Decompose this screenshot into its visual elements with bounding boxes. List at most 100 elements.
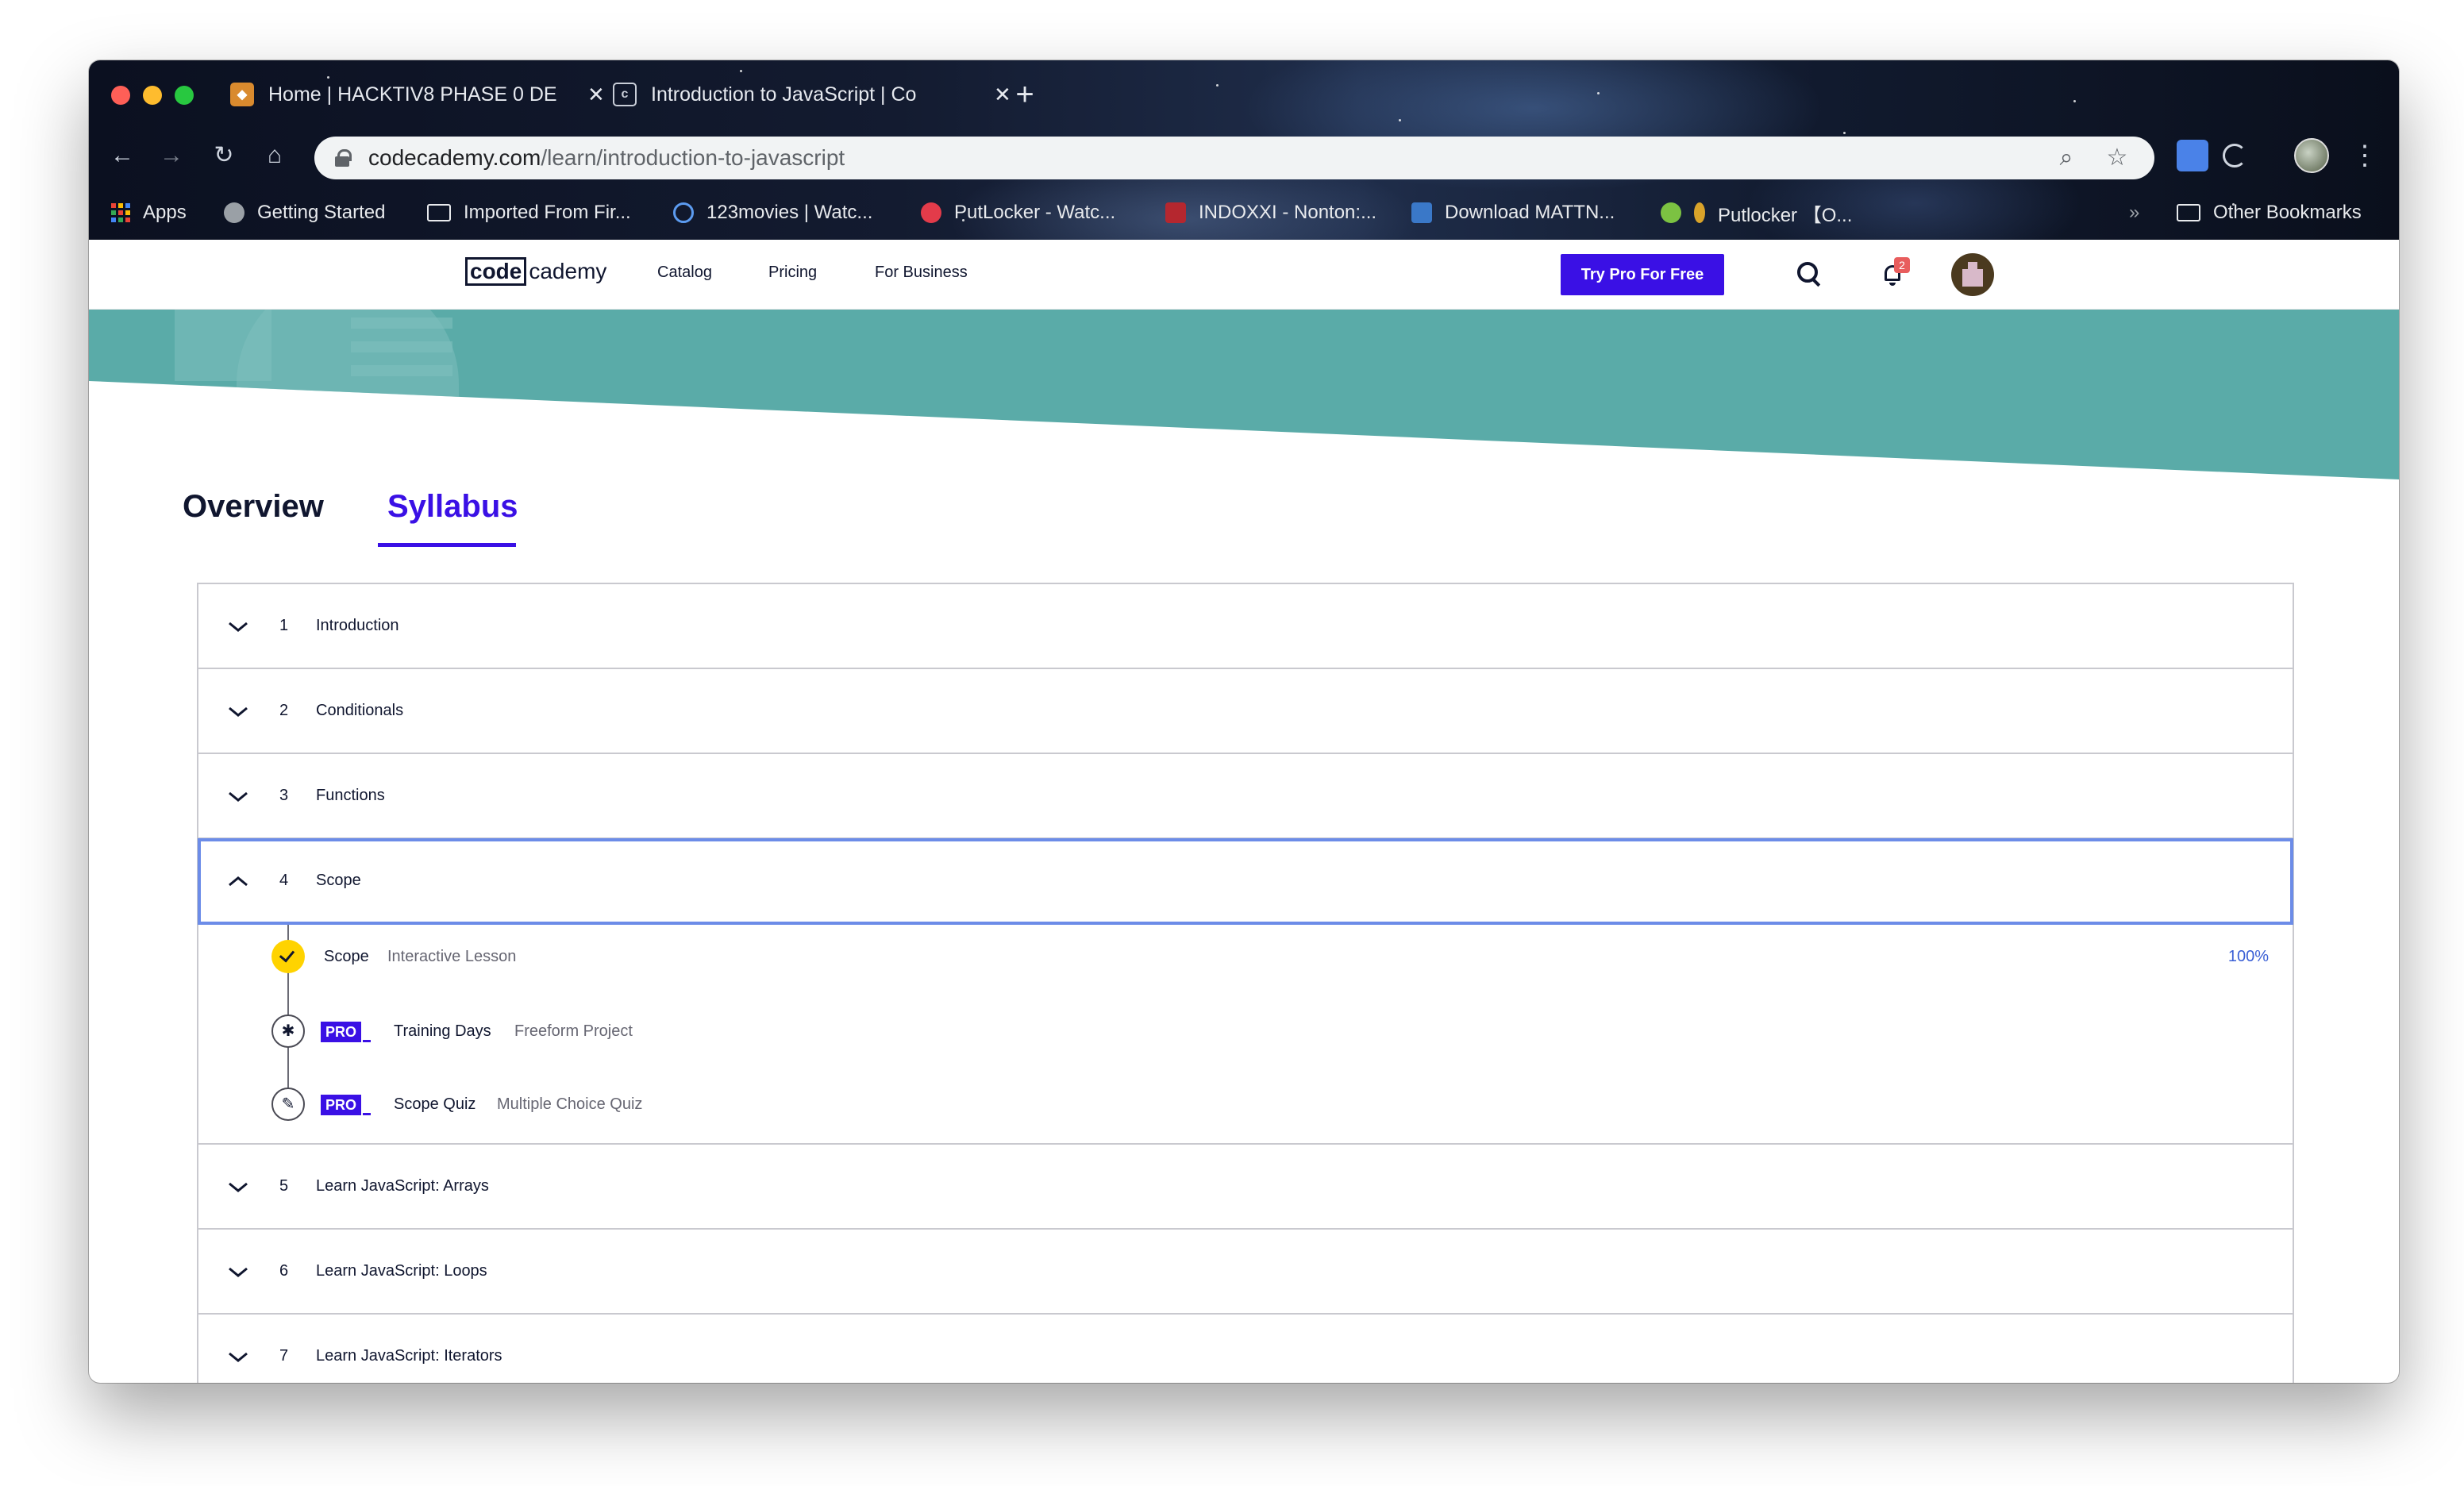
bookmark-imported[interactable]: Imported From Fir... [427, 198, 631, 227]
putlocker-icon [1661, 202, 1681, 223]
module-row-expanded[interactable]: 4 Scope [198, 838, 2293, 925]
bookmarks-bar: Apps Getting Started Imported From Fir..… [89, 184, 2399, 240]
module-title: Functions [316, 787, 385, 804]
pro-badge: PRO [321, 1095, 372, 1115]
chevron-down-icon [227, 616, 249, 638]
lesson-item[interactable]: Scope Interactive Lesson 100% [198, 938, 2293, 976]
bookmark-label: Apps [143, 202, 187, 223]
codecademy-logo[interactable]: code cademy [465, 257, 606, 286]
module-row[interactable]: 1 Introduction [198, 584, 2293, 669]
module-row[interactable]: 7 Learn JavaScript: Iterators [198, 1315, 2293, 1383]
module-row[interactable]: 3 Functions [198, 754, 2293, 839]
logo-code: code [465, 257, 527, 286]
notification-badge: 2 [1894, 257, 1910, 273]
site-header: code cademy Catalog Pricing For Business … [89, 240, 2399, 310]
browser-tab-hacktiv8[interactable]: ◆ Home | HACKTIV8 PHASE 0 DE ✕ [230, 71, 605, 117]
bookmark-label: Other Bookmarks [2213, 202, 2362, 223]
other-bookmarks[interactable]: Other Bookmarks [2177, 198, 2362, 227]
more-menu-icon[interactable]: ⋮ [2351, 138, 2378, 173]
browser-tab-codecademy[interactable]: c Introduction to JavaScript | Co ✕ [613, 71, 1011, 117]
translate-extension-icon[interactable] [2177, 140, 2208, 171]
module-row[interactable]: 2 Conditionals [198, 669, 2293, 754]
bookmarks-overflow-button[interactable]: » [2129, 198, 2139, 227]
browser-chrome: ◆ Home | HACKTIV8 PHASE 0 DE ✕ c Introdu… [89, 60, 2399, 240]
bookmark-star-icon[interactable]: ☆ [2102, 143, 2132, 173]
bookmark-label: Putlocker 【O... [1718, 204, 1853, 226]
home-icon[interactable]: ⌂ [257, 138, 292, 173]
mp3-icon [1411, 202, 1432, 223]
user-avatar[interactable] [1951, 253, 1994, 296]
extension-c-icon[interactable] [2223, 144, 2246, 167]
film-reel-icon [921, 202, 941, 223]
apps-grid-icon [111, 203, 130, 222]
search-icon[interactable] [1796, 260, 1823, 287]
bookmark-label: Download MATTN... [1445, 202, 1615, 223]
tab-syllabus[interactable]: Syllabus [387, 489, 518, 525]
logo-rest: cademy [529, 259, 607, 283]
url-path: /learn/introduction-to-javascript [541, 145, 845, 170]
bookmark-download-mattn[interactable]: Download MATTN... [1411, 198, 1615, 227]
window-close-button[interactable] [111, 86, 130, 105]
bookmark-indoxxi[interactable]: INDOXXI - Nonton:... [1165, 198, 1376, 227]
lesson-name: Scope Quiz [394, 1095, 476, 1113]
bookmark-123movies[interactable]: 123movies | Watc... [673, 198, 872, 227]
new-tab-button[interactable]: + [1002, 71, 1048, 117]
bookmark-label: INDOXXI - Nonton:... [1199, 202, 1377, 223]
play-circle-icon [673, 202, 694, 223]
back-arrow-icon[interactable]: ← [105, 138, 140, 173]
module-row[interactable]: 6 Learn JavaScript: Loops [198, 1230, 2293, 1315]
module-number: 5 [279, 1177, 289, 1195]
module-number: 4 [279, 872, 289, 889]
bookmark-putlocker-o[interactable]: Putlocker 【O... [1661, 198, 1852, 227]
chevron-down-icon [227, 1176, 249, 1199]
zoom-icon[interactable]: ⌕ [2051, 143, 2081, 173]
hacktiv8-fox-icon: ◆ [230, 83, 254, 106]
module-title: Conditionals [316, 702, 404, 719]
codecademy-icon: c [613, 83, 637, 106]
lesson-name: Scope [324, 948, 369, 965]
nav-for-business[interactable]: For Business [875, 264, 968, 282]
tab-overview[interactable]: Overview [183, 489, 324, 525]
bookmark-getting-started[interactable]: Getting Started [224, 198, 385, 227]
window-zoom-button[interactable] [175, 86, 194, 105]
lesson-type: Freeform Project [514, 1022, 633, 1040]
module-title: Scope [316, 872, 361, 889]
bookmark-putlocker[interactable]: PutLocker - Watc... [921, 198, 1115, 227]
forward-arrow-icon[interactable]: → [154, 138, 189, 173]
try-pro-button[interactable]: Try Pro For Free [1561, 254, 1724, 295]
lesson-list: Scope Interactive Lesson 100% ✱ PRO Trai… [198, 924, 2293, 1145]
star-decoration [1843, 132, 1846, 134]
browser-window: ◆ Home | HACKTIV8 PHASE 0 DE ✕ c Introdu… [89, 60, 2399, 1383]
lesson-progress: 100% [2227, 948, 2269, 965]
module-number: 6 [279, 1262, 289, 1280]
address-bar[interactable]: codecademy.com /learn/introduction-to-ja… [314, 137, 2154, 179]
reload-icon[interactable]: ↻ [206, 138, 241, 173]
module-row[interactable]: 5 Learn JavaScript: Arrays [198, 1145, 2293, 1230]
lesson-item[interactable]: ✎ PRO Scope Quiz Multiple Choice Quiz [198, 1086, 2293, 1124]
chevron-down-icon [227, 1261, 249, 1284]
lesson-type: Multiple Choice Quiz [497, 1095, 643, 1113]
star-decoration [1216, 84, 1219, 87]
folder-icon [2177, 204, 2200, 221]
star-decoration [2073, 100, 2076, 102]
folder-icon [427, 204, 451, 221]
active-tab-underline [378, 543, 516, 547]
syllabus-list: 1 Introduction 2 Conditionals 3 Function… [197, 583, 2294, 1383]
pencil-icon: ✎ [271, 1088, 305, 1121]
bookmark-label: 123movies | Watc... [706, 202, 873, 223]
bookmark-label: Getting Started [257, 202, 386, 223]
lesson-item[interactable]: ✱ PRO Training Days Freeform Project [198, 1013, 2293, 1051]
puzzle-icon: ✱ [271, 1014, 305, 1048]
course-banner [89, 310, 2399, 479]
star-decoration [1597, 92, 1600, 94]
bookmark-label: PutLocker - Watc... [954, 202, 1116, 223]
bookmark-apps[interactable]: Apps [111, 198, 187, 227]
bell-icon[interactable]: 2 [1881, 257, 1910, 287]
indoxxi-icon [1165, 202, 1186, 223]
nav-pricing[interactable]: Pricing [768, 264, 817, 282]
profile-avatar[interactable] [2294, 138, 2329, 173]
nav-catalog[interactable]: Catalog [657, 264, 712, 282]
medal-icon [1694, 202, 1705, 223]
close-icon[interactable]: ✕ [587, 83, 605, 107]
window-minimize-button[interactable] [143, 86, 162, 105]
